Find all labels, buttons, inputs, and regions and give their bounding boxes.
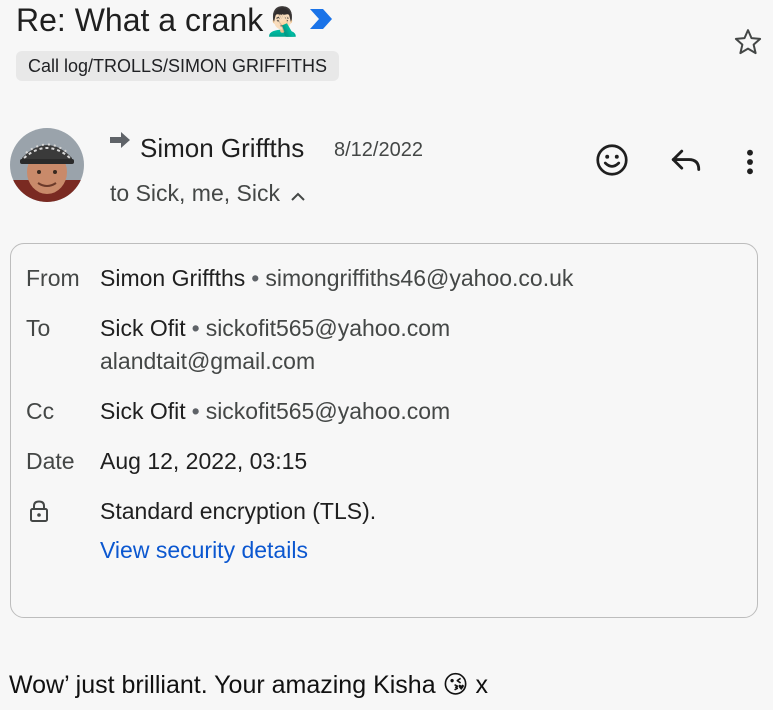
view-security-details-link[interactable]: View security details [100,535,308,565]
separator-dot: • [191,398,200,424]
to-name[interactable]: Sick Ofit [100,315,186,341]
chevron-up-icon[interactable] [290,180,306,210]
from-name[interactable]: Simon Griffths [100,265,245,291]
lock-icon [28,499,50,528]
from-label: From [26,265,80,291]
from-address[interactable]: simongriffiths46@yahoo.co.uk [265,265,573,291]
cc-address[interactable]: sickofit565@yahoo.com [206,398,451,424]
to-address-2-text[interactable]: alandtait@gmail.com [100,348,315,374]
to-address[interactable]: sickofit565@yahoo.com [206,315,451,341]
forwarded-arrow-icon [108,130,132,157]
sender-name[interactable]: Simon Griffths [140,132,304,164]
subject-emoji: 🤦🏻‍♂️ [265,6,301,37]
to-label: To [26,315,51,341]
label-chip[interactable]: Call log/TROLLS/SIMON GRIFFITHS [16,51,340,81]
cc-name[interactable]: Sick Ofit [100,398,186,424]
separator-dot: • [251,265,260,291]
reply-icon[interactable] [669,146,703,181]
cc-value: Sick Ofit • sickofit565@yahoo.com [100,396,450,426]
date-value: Aug 12, 2022, 03:15 [100,448,308,474]
recipients-summary-text: to Sick, me, Sick [110,180,280,206]
from-value: Simon Griffths • simongriffiths46@yahoo.co… [100,263,573,293]
smiley-icon[interactable] [594,142,630,183]
importance-marker-icon[interactable] [308,0,334,39]
email-subject: Re: What a crank🤦🏻‍♂️ [16,0,334,43]
date-label: Date [26,448,75,474]
separator-dot: • [191,315,200,341]
more-vert-icon[interactable] [742,146,758,183]
avatar[interactable] [10,128,84,202]
to-value: Sick Ofit • sickofit565@yahoo.com [100,313,450,343]
recipients-summary[interactable]: to Sick, me, Sick [110,178,306,210]
to-address-2: alandtait@gmail.com [100,346,315,376]
encryption-text: Standard encryption (TLS). [100,498,377,524]
cc-label: Cc [26,398,55,424]
sender-date: 8/12/2022 [334,139,423,161]
star-icon[interactable] [733,27,763,57]
message-body: Wow’ just brilliant. Your amazing Kisha … [9,671,489,699]
subject-text: Re: What a crank [16,2,264,38]
